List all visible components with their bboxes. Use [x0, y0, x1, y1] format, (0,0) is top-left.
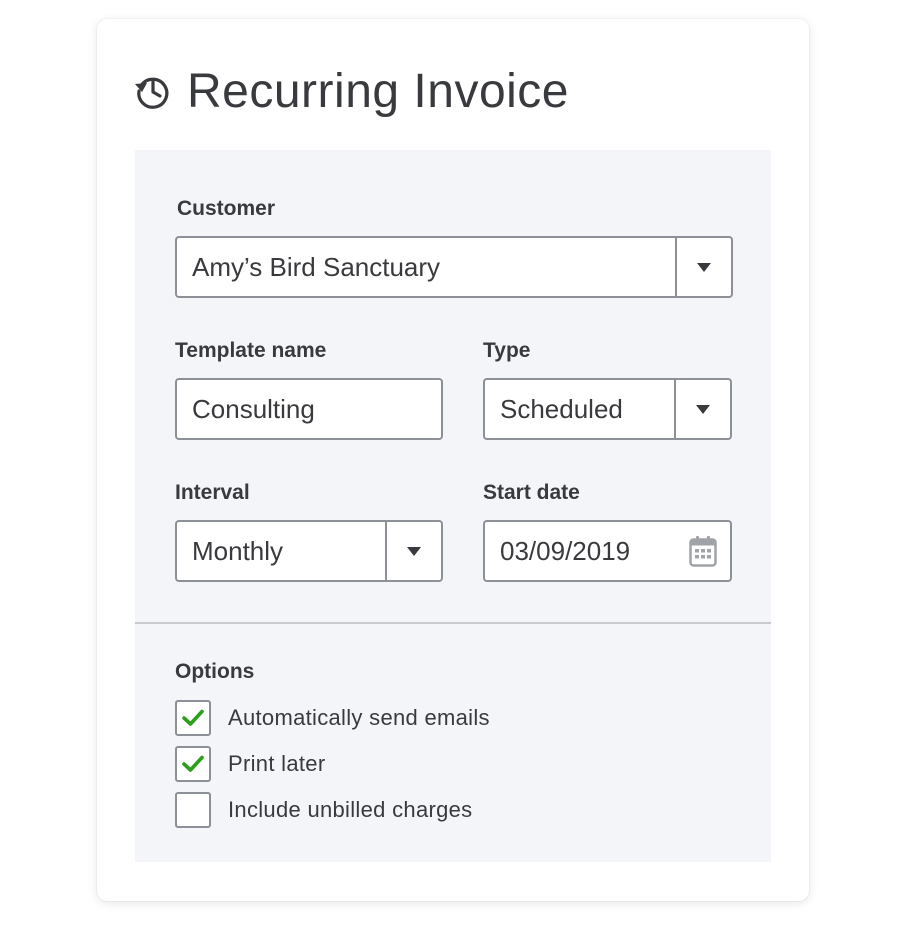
checkmark-icon — [182, 709, 204, 726]
start-date-value: 03/09/2019 — [500, 535, 631, 566]
template-name-input[interactable]: Consulting — [175, 378, 443, 440]
type-value: Scheduled — [500, 393, 623, 424]
recurring-invoice-card: Recurring Invoice Customer Amy’s Bird Sa… — [97, 19, 809, 901]
invoice-form-panel: Customer Amy’s Bird Sanctuary Template n… — [135, 150, 771, 862]
chevron-down-icon — [696, 404, 710, 414]
interval-dropdown-button[interactable] — [385, 522, 441, 580]
chevron-down-icon — [407, 546, 421, 556]
interval-value: Monthly — [192, 535, 284, 566]
start-date-input[interactable]: 03/09/2019 — [483, 520, 732, 582]
chevron-down-icon — [697, 262, 711, 272]
checkmark-icon — [182, 755, 204, 772]
interval-label: Interval — [175, 481, 250, 504]
template-name-label: Template name — [175, 339, 327, 362]
start-date-label: Start date — [483, 481, 580, 504]
auto-send-emails-label: Automatically send emails — [228, 705, 490, 730]
section-divider — [135, 622, 771, 624]
options-label: Options — [175, 660, 255, 683]
customer-value: Amy’s Bird Sanctuary — [192, 251, 441, 282]
title-row: Recurring Invoice — [133, 61, 569, 121]
history-icon — [133, 71, 173, 111]
type-dropdown-button[interactable] — [674, 380, 730, 438]
include-unbilled-charges-checkbox[interactable] — [175, 792, 211, 828]
include-unbilled-charges-label: Include unbilled charges — [228, 797, 473, 822]
type-label: Type — [483, 339, 531, 362]
option-print-later[interactable]: Print later — [175, 746, 325, 782]
print-later-label: Print later — [228, 751, 326, 776]
interval-select[interactable]: Monthly — [175, 520, 443, 582]
auto-send-emails-checkbox[interactable] — [175, 700, 211, 736]
page-title: Recurring Invoice — [187, 64, 569, 118]
template-name-value: Consulting — [192, 393, 315, 424]
customer-select[interactable]: Amy’s Bird Sanctuary — [175, 236, 733, 298]
customer-dropdown-button[interactable] — [675, 238, 731, 296]
option-auto-send-emails[interactable]: Automatically send emails — [175, 700, 490, 736]
calendar-icon[interactable] — [676, 522, 730, 580]
print-later-checkbox[interactable] — [175, 746, 211, 782]
option-include-unbilled-charges[interactable]: Include unbilled charges — [175, 792, 472, 828]
type-select[interactable]: Scheduled — [483, 378, 732, 440]
customer-label: Customer — [177, 197, 276, 220]
